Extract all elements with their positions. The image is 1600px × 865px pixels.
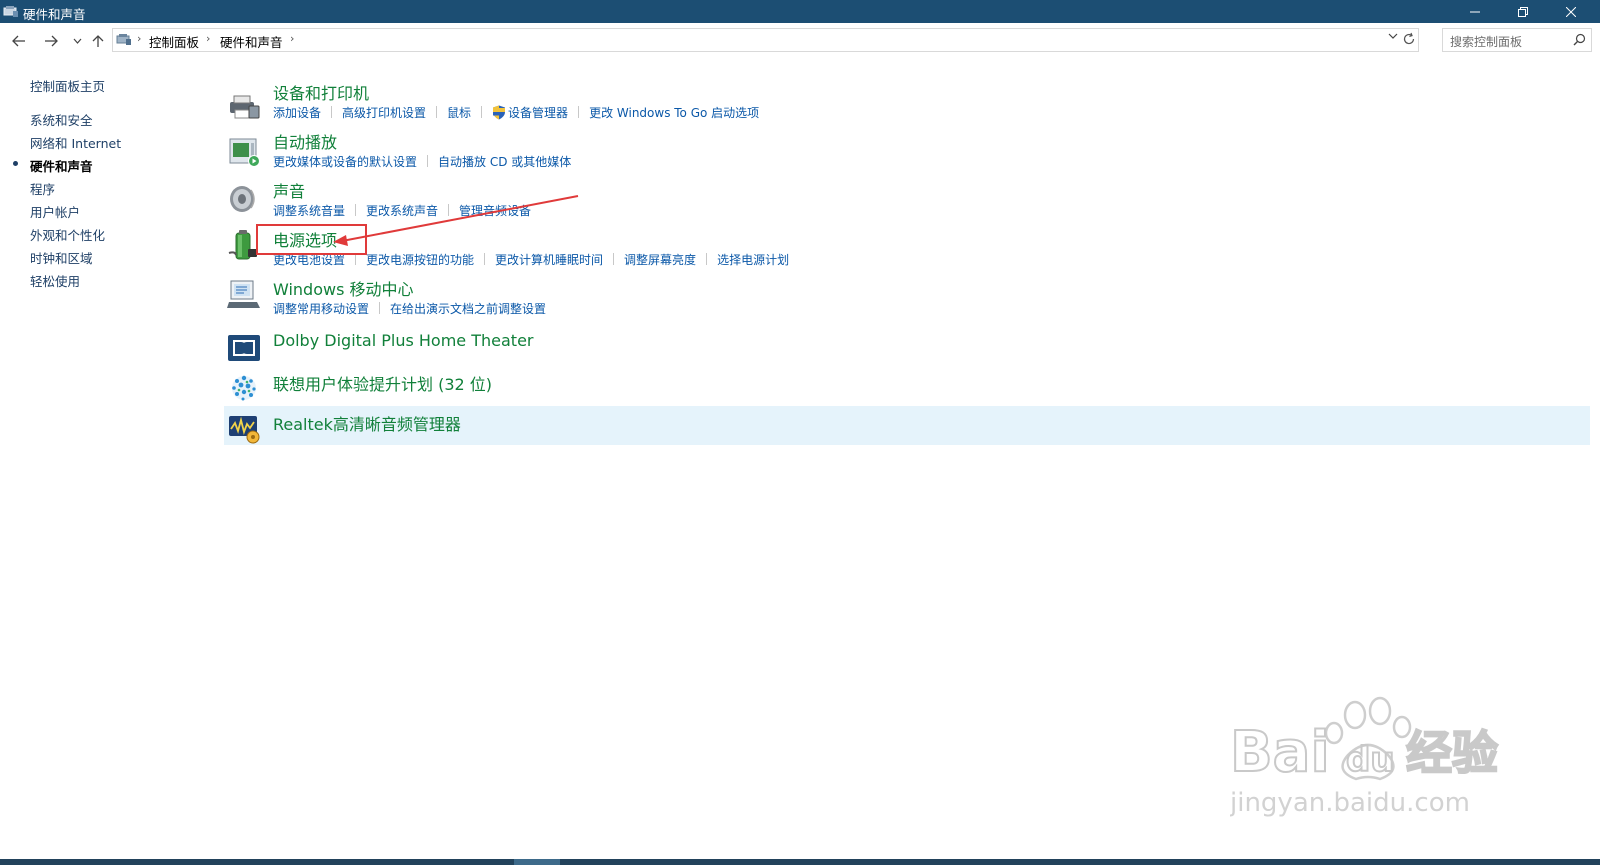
link-divider xyxy=(379,302,381,314)
category-title-lenovo-ux[interactable]: 联想用户体验提升计划 (32 位) xyxy=(273,371,492,395)
watermark-url: jingyan.baidu.com xyxy=(1230,788,1470,818)
watermark-cn: 经验 xyxy=(1406,726,1498,780)
search-icon[interactable] xyxy=(1573,33,1586,46)
close-icon xyxy=(1566,6,1576,17)
watermark-brand: Bai xyxy=(1230,720,1330,785)
link-choose-power-plan[interactable]: 选择电源计划 xyxy=(717,251,789,268)
link-divider xyxy=(706,253,708,265)
category-title-realtek[interactable]: Realtek高清晰音频管理器 xyxy=(273,411,461,435)
dolby-icon xyxy=(228,335,260,361)
realtek-audio-icon xyxy=(229,416,260,444)
link-windows-to-go[interactable]: 更改 Windows To Go 启动选项 xyxy=(589,104,759,121)
category-title-dolby[interactable]: Dolby Digital Plus Home Theater xyxy=(273,331,534,350)
minimize-button[interactable] xyxy=(1452,0,1498,23)
lenovo-globe-icon xyxy=(232,375,256,401)
taskbar xyxy=(0,859,1600,865)
link-divider xyxy=(613,253,615,265)
link-common-mobility-settings[interactable]: 调整常用移动设置 xyxy=(273,300,369,317)
search-input[interactable]: 搜索控制面板 xyxy=(1442,28,1592,52)
close-button[interactable] xyxy=(1548,0,1594,23)
chevron-down-icon[interactable] xyxy=(1388,33,1398,40)
refresh-icon[interactable] xyxy=(1402,32,1416,46)
category-title-mobility-center[interactable]: Windows 移动中心 xyxy=(273,276,414,300)
restore-icon xyxy=(1518,6,1528,17)
nav-ease-of-access[interactable]: 轻松使用 xyxy=(30,271,240,290)
mobility-center-icon xyxy=(227,280,260,308)
annotation-arrow xyxy=(333,195,579,246)
link-screen-brightness[interactable]: 调整屏幕亮度 xyxy=(624,251,696,268)
category-links: 调整常用移动设置 在给出演示文档之前调整设置 xyxy=(273,300,546,317)
baidu-watermark: Bai du 经验 jingyan.baidu.com xyxy=(1230,696,1499,818)
link-presentation-settings[interactable]: 在给出演示文档之前调整设置 xyxy=(390,300,546,317)
taskbar-active-app[interactable] xyxy=(514,859,560,865)
watermark-brand-du: du xyxy=(1346,740,1395,780)
restore-button[interactable] xyxy=(1500,0,1546,23)
search-placeholder: 搜索控制面板 xyxy=(1450,35,1523,49)
minimize-icon xyxy=(1470,11,1480,12)
